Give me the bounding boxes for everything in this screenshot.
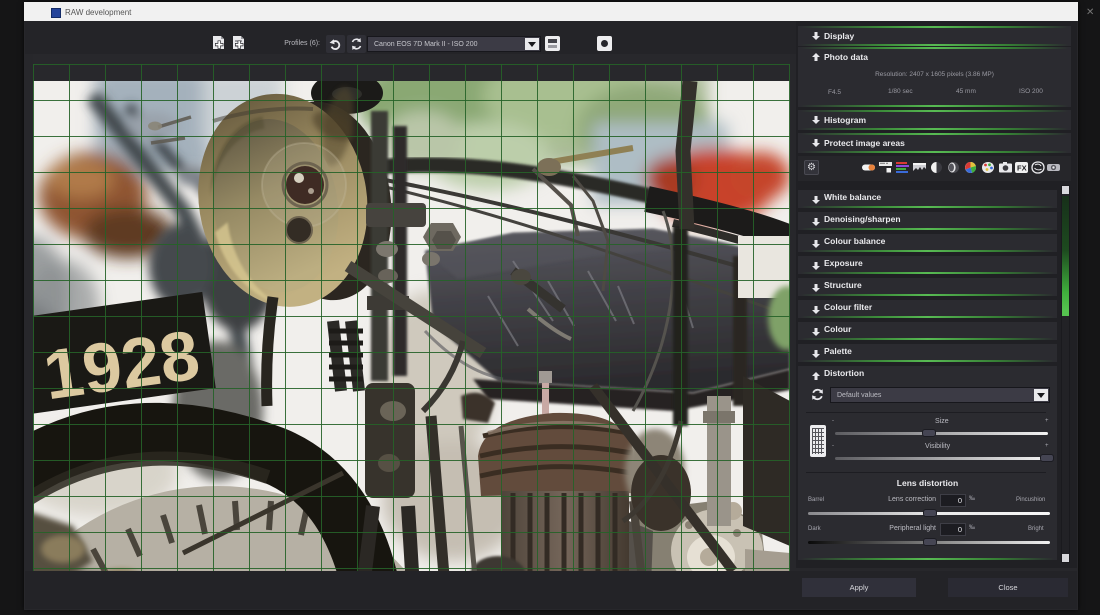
- svg-text:FX: FX: [1017, 164, 1027, 173]
